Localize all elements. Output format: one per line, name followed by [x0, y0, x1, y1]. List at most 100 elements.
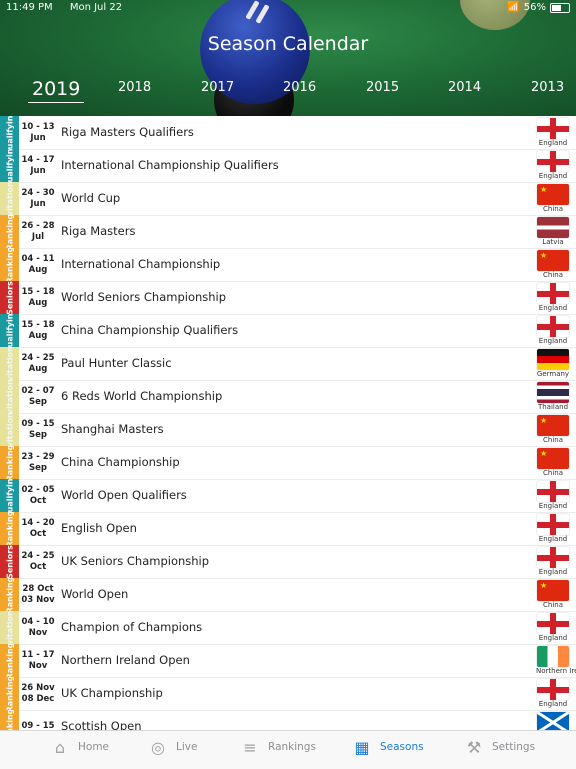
country-label: Latvia	[542, 238, 564, 246]
event-type-label: Seniors	[5, 281, 14, 314]
year-tab-2013[interactable]: 2013	[531, 80, 564, 95]
event-row[interactable]: Invitational 02 - 07 Sep 6 Reds World Champ…	[0, 380, 576, 414]
event-date-month: Aug	[28, 264, 48, 275]
country-label: England	[538, 502, 568, 510]
event-name: English Open	[61, 521, 137, 535]
event-row[interactable]: Qualifying 15 - 18 Aug China Championship Q…	[0, 314, 576, 348]
event-type-label: Invitational	[5, 611, 14, 644]
event-name: China Championship Qualifiers	[61, 323, 239, 337]
settings-icon: ⚒	[466, 737, 482, 757]
event-row[interactable]: Ranking 28 Oct 03 Nov World Open ★ China	[0, 578, 576, 612]
event-name: UK Championship	[61, 686, 163, 700]
country-label: England	[538, 304, 568, 312]
event-row[interactable]: Ranking 11 - 17 Nov Northern Ireland Open No…	[0, 644, 576, 678]
country-label: Thailand	[537, 403, 569, 411]
event-row[interactable]: Qualifying 14 - 17 Jun International Champi…	[0, 149, 576, 183]
event-name: Scottish Open	[61, 719, 142, 730]
country-label: England	[538, 634, 568, 642]
country-label: China	[543, 271, 563, 279]
tab-settings[interactable]: ⚒ Settings	[464, 737, 535, 757]
year-selector[interactable]: 2019 2018 2017 2016 2015 2014 2013	[0, 78, 576, 106]
tab-home[interactable]: ⌂ Home	[50, 737, 109, 757]
event-row[interactable]: Invitational 24 - 30 Jun World Cup ★ China	[0, 182, 576, 216]
event-type-label: Ranking	[5, 578, 14, 611]
event-dates: 09 - 15	[19, 710, 57, 730]
year-tab-2019[interactable]: 2019	[28, 78, 85, 103]
country-label: China	[543, 205, 563, 213]
tab-label: Seasons	[380, 741, 424, 753]
event-type-band: Invitational	[0, 611, 19, 644]
event-date-month: Jun	[30, 165, 46, 176]
event-dates: 15 - 18 Aug	[19, 281, 57, 314]
event-type-band: Qualifying	[0, 314, 19, 347]
england-flag-icon	[537, 547, 569, 568]
england-flag-icon	[537, 679, 569, 700]
england-flag-icon	[537, 118, 569, 139]
event-date-month: Nov	[28, 660, 48, 671]
event-type-label: Ranking	[5, 677, 14, 710]
event-dates: 26 Nov 08 Dec	[19, 677, 57, 710]
country-label: Germany	[536, 370, 570, 378]
event-date-range: 15 - 18	[21, 319, 55, 330]
china-flag-icon: ★	[537, 415, 569, 436]
event-row[interactable]: Ranking 09 - 15 Scottish Open	[0, 710, 576, 730]
event-country: Latvia	[536, 217, 570, 247]
event-row[interactable]: Qualifying 10 - 13 Jun Riga Masters Qualifi…	[0, 116, 576, 150]
event-type-label: Qualifying	[5, 314, 14, 347]
event-row[interactable]: Ranking 04 - 11 Aug International Champions…	[0, 248, 576, 282]
tab-rankings[interactable]: ≡ Rankings	[240, 737, 316, 757]
event-row[interactable]: Invitational 24 - 25 Aug Paul Hunter Classi…	[0, 347, 576, 381]
event-name: World Open Qualifiers	[61, 488, 187, 502]
year-tab-2014[interactable]: 2014	[448, 80, 481, 95]
event-row[interactable]: Seniors 15 - 18 Aug World Seniors Champions…	[0, 281, 576, 315]
status-bar: 11:49 PM Mon Jul 22 📶 56%	[0, 0, 576, 16]
country-label: England	[538, 535, 568, 543]
status-time: 11:49 PM	[6, 2, 53, 13]
event-row[interactable]: Qualifying 02 - 05 Oct World Open Qualifier…	[0, 479, 576, 513]
event-country: England	[536, 514, 570, 544]
event-country: England	[536, 118, 570, 148]
event-row[interactable]: Ranking 26 Nov 08 Dec UK Championship Englan…	[0, 677, 576, 711]
tab-seasons[interactable]: ▦ Seasons	[352, 737, 424, 757]
event-date-range: 02 - 05	[21, 484, 55, 495]
event-row[interactable]: Ranking 14 - 20 Oct English Open England	[0, 512, 576, 546]
event-type-label: Qualifying	[5, 116, 14, 149]
event-name: China Championship	[61, 455, 180, 469]
event-type-band: Invitational	[0, 347, 19, 380]
year-tab-2017[interactable]: 2017	[201, 80, 234, 95]
event-dates: 28 Oct 03 Nov	[19, 578, 57, 611]
event-dates: 04 - 10 Nov	[19, 611, 57, 644]
event-type-band: Invitational	[0, 413, 19, 446]
event-row[interactable]: Ranking 26 - 28 Jul Riga Masters Latvia	[0, 215, 576, 249]
tab-live[interactable]: ◎ Live	[148, 737, 197, 757]
event-date-month: Oct	[29, 561, 47, 572]
event-country: ★ China	[536, 580, 570, 610]
event-date-month: 08 Dec	[21, 693, 55, 704]
tab-label: Home	[78, 741, 110, 753]
event-country: England	[536, 547, 570, 577]
event-row[interactable]: Invitational 09 - 15 Sep Shanghai Masters ★ C…	[0, 413, 576, 447]
event-date-range: 04 - 10	[21, 616, 55, 627]
event-date-month: Aug	[28, 330, 48, 341]
event-date-range: 04 - 11	[21, 253, 55, 264]
event-type-band: Qualifying	[0, 116, 19, 149]
event-dates: 02 - 05 Oct	[19, 479, 57, 512]
event-type-band: Seniors	[0, 281, 19, 314]
year-tab-2018[interactable]: 2018	[118, 80, 151, 95]
event-row[interactable]: Ranking 23 - 29 Sep China Championship ★ Chin…	[0, 446, 576, 480]
country-label: England	[538, 337, 568, 345]
tab-label: Live	[176, 741, 198, 753]
tab-bar: ⌂ Home ◎ Live ≡ Rankings ▦ Seasons ⚒ Set…	[0, 730, 576, 769]
event-row[interactable]: Invitational 04 - 10 Nov Champion of Champi…	[0, 611, 576, 645]
country-label: England	[538, 139, 568, 147]
event-dates: 04 - 11 Aug	[19, 248, 57, 281]
event-date-month: Jul	[31, 231, 45, 242]
year-tab-2015[interactable]: 2015	[366, 80, 399, 95]
event-row[interactable]: Seniors 24 - 25 Oct UK Seniors Championship…	[0, 545, 576, 579]
event-name: International Championship	[61, 257, 221, 271]
year-tab-2016[interactable]: 2016	[283, 80, 316, 95]
event-date-range: 15 - 18	[21, 286, 55, 297]
event-country: ★ China	[536, 415, 570, 445]
event-list[interactable]: Qualifying 10 - 13 Jun Riga Masters Qualifi…	[0, 116, 576, 730]
event-date-range: 28 Oct	[22, 583, 54, 594]
